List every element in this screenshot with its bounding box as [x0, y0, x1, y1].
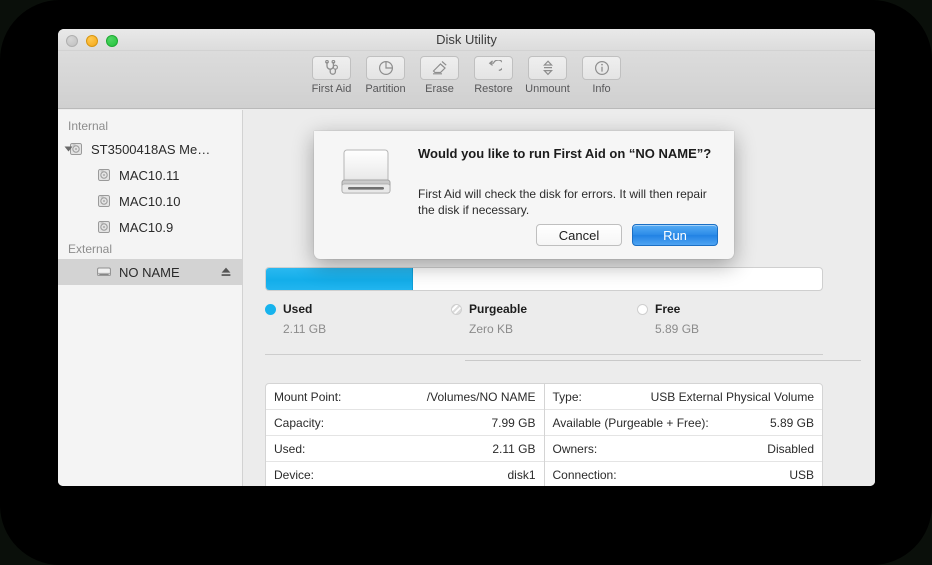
- toolbar-button-first-aid[interactable]: First Aid: [306, 56, 358, 95]
- info-value: /Volumes/NO NAME: [426, 389, 536, 404]
- table-row: Capacity: 7.99 GB: [266, 410, 544, 436]
- toolbar: First Aid Partition Erase Restore Unmoun…: [58, 51, 875, 109]
- legend-swatch-used: [265, 303, 276, 315]
- legend-swatch-free: [637, 303, 648, 315]
- sidebar-item-label: ST3500418AS Me…: [91, 141, 211, 157]
- sidebar-item-label: MAC10.9: [119, 219, 174, 235]
- info-value: 2.11 GB: [492, 441, 536, 456]
- sidebar-item-label: MAC10.11: [119, 167, 180, 183]
- internal-disk-icon: [96, 167, 112, 183]
- sidebar-item-label: NO NAME: [119, 264, 180, 280]
- dialog-buttons: Cancel Run: [536, 224, 718, 246]
- toolbar-label-first-aid: First Aid: [311, 83, 352, 95]
- info-value: 7.99 GB: [491, 415, 536, 430]
- external-disk-icon: [96, 264, 112, 280]
- sidebar-item-mac1010[interactable]: MAC10.10: [58, 188, 242, 214]
- window-titlebar[interactable]: Disk Utility: [58, 29, 875, 51]
- legend-label-used: Used: [283, 302, 313, 316]
- undo-arrow-icon: [474, 56, 513, 80]
- up-down-arrow-icon: [528, 56, 567, 80]
- toolbar-label-erase: Erase: [425, 83, 454, 95]
- legend-label-free: Free: [655, 302, 681, 316]
- info-circle-icon: [582, 56, 621, 80]
- capacity-legend: Used 2.11 GB Purgeable Zero KB Free 5.89…: [265, 302, 823, 336]
- run-button[interactable]: Run: [632, 224, 718, 246]
- legend-value-purgeable: Zero KB: [469, 322, 514, 336]
- table-row: Used: 2.11 GB: [266, 436, 544, 462]
- info-key: Connection:: [552, 468, 617, 482]
- dialog-title: Would you like to run First Aid on “NO N…: [418, 146, 712, 161]
- legend-item-free: Free 5.89 GB: [637, 302, 823, 336]
- info-value: USB External Physical Volume: [650, 389, 814, 404]
- capacity-bar: [265, 267, 823, 291]
- volume-info-table: Mount Point: /Volumes/NO NAME Capacity: …: [265, 383, 823, 486]
- info-value: Disabled: [767, 441, 814, 456]
- sidebar-item-st3500418as[interactable]: ST3500418AS Me…: [58, 136, 242, 162]
- toolbar-button-info[interactable]: Info: [576, 56, 628, 95]
- pie-chart-icon: [366, 56, 405, 80]
- disk-utility-window: Disk Utility First Aid Partition Erase R…: [58, 29, 875, 486]
- legend-divider: [265, 354, 823, 355]
- toolbar-label-info: Info: [592, 83, 611, 95]
- legend-value-free: 5.89 GB: [655, 322, 700, 336]
- sidebar-item-mac109[interactable]: MAC10.9: [58, 214, 242, 240]
- legend-item-used: Used 2.11 GB: [265, 302, 451, 336]
- info-key: Owners:: [552, 441, 598, 456]
- toolbar-label-restore: Restore: [474, 83, 513, 95]
- table-row: Device: disk1: [266, 462, 544, 486]
- table-row: Available (Purgeable + Free): 5.89 GB: [544, 410, 822, 436]
- info-value: disk1: [507, 468, 536, 482]
- table-row: Connection: USB: [545, 462, 823, 486]
- sidebar: Internal ST3500418AS Me… MAC10.11 MAC10.…: [58, 110, 243, 486]
- external-disk-icon: [337, 144, 395, 207]
- sidebar-item-label: MAC10.10: [119, 193, 181, 209]
- toolbar-button-unmount[interactable]: Unmount: [522, 56, 574, 95]
- info-key: Available (Purgeable + Free):: [552, 415, 709, 430]
- toolbar-button-partition[interactable]: Partition: [360, 56, 412, 95]
- sidebar-item-mac1011[interactable]: MAC10.11: [58, 162, 242, 188]
- toolbar-label-partition: Partition: [365, 83, 406, 95]
- legend-item-purgeable: Purgeable Zero KB: [451, 302, 637, 336]
- toolbar-button-restore[interactable]: Restore: [468, 56, 520, 95]
- disclosure-triangle-icon[interactable]: [64, 146, 73, 152]
- internal-disk-icon: [96, 219, 112, 235]
- info-key: Type:: [552, 389, 582, 404]
- cancel-button[interactable]: Cancel: [536, 224, 622, 246]
- toolbar-button-erase[interactable]: Erase: [414, 56, 466, 95]
- window-title: Disk Utility: [436, 32, 497, 47]
- sidebar-section-header-internal: Internal: [68, 119, 109, 133]
- info-key: Used:: [274, 441, 306, 456]
- first-aid-confirmation-dialog: Would you like to run First Aid on “NO N…: [314, 131, 734, 259]
- legend-value-used: 2.11 GB: [283, 322, 327, 336]
- desktop-backdrop: Disk Utility First Aid Partition Erase R…: [0, 0, 932, 565]
- info-key: Capacity:: [274, 415, 325, 430]
- table-row: Mount Point: /Volumes/NO NAME: [266, 384, 544, 410]
- info-key: Mount Point:: [274, 389, 342, 404]
- sidebar-item-no-name[interactable]: NO NAME: [58, 259, 242, 285]
- toolbar-label-unmount: Unmount: [525, 83, 570, 95]
- info-value: 5.89 GB: [769, 415, 814, 430]
- volume-info-column-right: Type: USB External Physical Volume Avail…: [544, 384, 823, 486]
- top-divider: [465, 360, 861, 361]
- info-value: USB: [789, 468, 814, 482]
- stethoscope-icon: [312, 56, 351, 80]
- sidebar-section-header-external: External: [68, 242, 113, 256]
- table-row: Owners: Disabled: [544, 436, 822, 462]
- legend-label-purgeable: Purgeable: [469, 302, 528, 316]
- eraser-icon: [420, 56, 459, 80]
- volume-info-column-left: Mount Point: /Volumes/NO NAME Capacity: …: [266, 384, 545, 486]
- eject-icon[interactable]: [220, 266, 232, 281]
- capacity-bar-used-fill: [266, 268, 413, 290]
- dialog-message: First Aid will check the disk for errors…: [418, 187, 707, 217]
- internal-disk-icon: [96, 193, 112, 209]
- info-key: Device:: [274, 468, 315, 482]
- legend-swatch-purgeable: [451, 303, 462, 315]
- table-row: Type: USB External Physical Volume: [544, 384, 822, 410]
